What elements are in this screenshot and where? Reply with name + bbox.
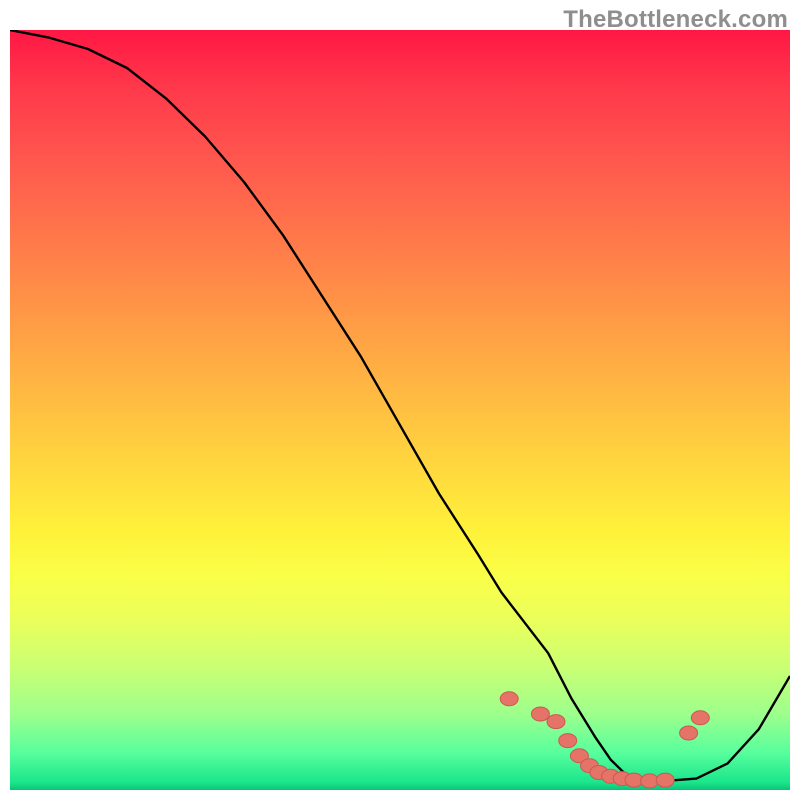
data-dot	[531, 707, 549, 721]
bottleneck-curve	[10, 30, 790, 781]
data-dot	[691, 711, 709, 725]
data-dot	[547, 715, 565, 729]
data-dot	[559, 734, 577, 748]
data-dot	[500, 692, 518, 706]
chart-root: TheBottleneck.com	[0, 0, 800, 800]
data-dot	[656, 773, 674, 787]
data-dot	[680, 726, 698, 740]
plot-area	[10, 30, 790, 790]
data-dot-group	[500, 692, 709, 788]
curve-overlay	[10, 30, 790, 790]
watermark-text: TheBottleneck.com	[563, 6, 788, 34]
